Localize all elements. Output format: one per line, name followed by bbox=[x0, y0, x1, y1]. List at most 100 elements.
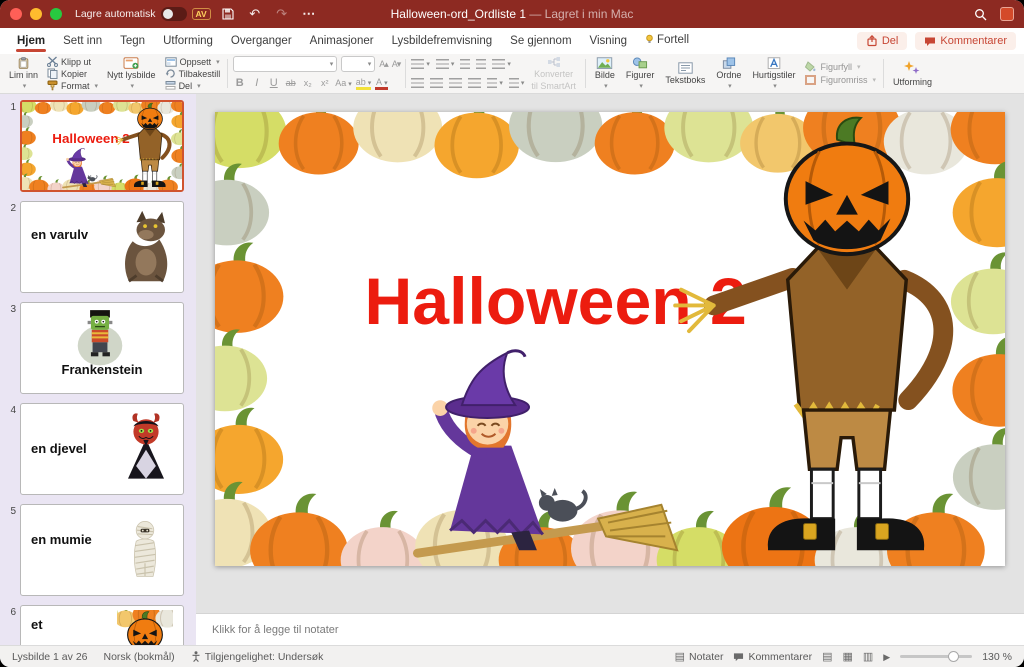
textbox-button[interactable]: Tekstboks bbox=[661, 56, 709, 91]
slide-sorter-view-button[interactable] bbox=[842, 650, 852, 663]
align-right-button[interactable] bbox=[449, 78, 462, 88]
picture-icon bbox=[596, 57, 613, 69]
tab-se-gjennom[interactable]: Se gjennom bbox=[501, 30, 580, 53]
slide-thumbnail-2[interactable]: en varulv bbox=[20, 201, 184, 293]
cut-button[interactable]: Klipp ut bbox=[45, 56, 100, 67]
reset-icon bbox=[165, 68, 176, 79]
slide-canvas-background bbox=[196, 94, 1024, 613]
notes-toggle[interactable]: Notater bbox=[675, 650, 724, 663]
accessibility-check[interactable]: Tilgjengelighet: Undersøk bbox=[191, 651, 324, 663]
decrease-font-button[interactable] bbox=[392, 59, 401, 70]
reading-view-button[interactable] bbox=[863, 650, 873, 663]
layout-button[interactable]: Oppsett bbox=[163, 56, 223, 67]
highlight-button[interactable]: ab bbox=[356, 77, 372, 90]
editor-area: Klikk for å legge til notater bbox=[196, 94, 1024, 645]
minimize-window-button[interactable] bbox=[30, 8, 42, 20]
new-slide-button[interactable]: Nytt lysbilde bbox=[103, 56, 160, 91]
zoom-slider[interactable] bbox=[900, 655, 972, 658]
tab-utforming[interactable]: Utforming bbox=[154, 30, 222, 53]
shape-fill-button[interactable]: Figurfyll bbox=[802, 61, 878, 73]
picture-button[interactable]: Bilde bbox=[591, 56, 619, 91]
mummy-image bbox=[123, 511, 167, 589]
zoom-slider-knob[interactable] bbox=[948, 651, 959, 662]
textbox-icon bbox=[678, 62, 693, 74]
align-left-button[interactable] bbox=[411, 78, 424, 88]
paste-button[interactable]: Lim inn bbox=[5, 56, 42, 91]
align-center-button[interactable] bbox=[430, 78, 443, 88]
font-name-select[interactable] bbox=[233, 56, 337, 72]
superscript-button[interactable]: x² bbox=[318, 78, 331, 88]
font-size-select[interactable] bbox=[341, 56, 375, 72]
share-icon bbox=[866, 35, 878, 47]
undo-icon[interactable] bbox=[245, 5, 265, 23]
quick-styles-icon bbox=[767, 57, 781, 69]
close-window-button[interactable] bbox=[10, 8, 22, 20]
autosave-toggle[interactable] bbox=[161, 7, 187, 21]
notes-pane[interactable]: Klikk for å legge til notater bbox=[196, 613, 1024, 645]
fullscreen-window-button[interactable] bbox=[50, 8, 62, 20]
slide-thumbnail-6[interactable]: et bbox=[20, 605, 184, 645]
tab-overganger[interactable]: Overganger bbox=[222, 30, 301, 53]
underline-button[interactable]: U bbox=[267, 77, 280, 89]
change-case-button[interactable]: Aa bbox=[335, 78, 352, 88]
zoom-level[interactable]: 130 % bbox=[982, 651, 1012, 663]
share-button[interactable]: Del bbox=[857, 32, 908, 50]
comments-toggle[interactable]: Kommentarer bbox=[733, 651, 812, 663]
format-painter-button[interactable]: Format bbox=[45, 80, 100, 91]
shapes-button[interactable]: Figurer bbox=[622, 56, 659, 91]
shapes-icon bbox=[632, 57, 648, 69]
app-badge-icon[interactable] bbox=[1000, 7, 1014, 21]
design-ideas-button[interactable]: Utforming bbox=[889, 56, 936, 91]
italic-button[interactable]: I bbox=[250, 77, 263, 89]
numbering-button[interactable] bbox=[436, 59, 455, 69]
powerpoint-window: Halloween 2 bbox=[0, 0, 1024, 667]
tab-animasjoner[interactable]: Animasjoner bbox=[301, 30, 383, 53]
font-color-button[interactable]: A bbox=[375, 77, 388, 90]
quick-styles-button[interactable]: Hurtigstiler bbox=[748, 56, 799, 91]
outline-icon bbox=[804, 74, 817, 86]
reset-button[interactable]: Tilbakestill bbox=[163, 68, 223, 79]
bold-button[interactable]: B bbox=[233, 77, 246, 89]
arrange-button[interactable]: Ordne bbox=[712, 56, 745, 91]
decrease-indent-button[interactable] bbox=[460, 59, 470, 69]
columns-button[interactable] bbox=[487, 78, 503, 88]
tab-hjem[interactable]: Hjem bbox=[8, 30, 54, 53]
slide-thumbnail-3[interactable]: Frankenstein bbox=[20, 302, 184, 394]
section-button[interactable]: Del bbox=[163, 80, 223, 91]
smartart-button[interactable]: Konvertertil SmartArt bbox=[527, 56, 580, 91]
increase-font-button[interactable] bbox=[379, 59, 388, 70]
slide-canvas[interactable] bbox=[215, 112, 1005, 566]
normal-view-button[interactable] bbox=[822, 650, 832, 663]
copy-button[interactable]: Kopier bbox=[45, 68, 100, 79]
tab-lysbildefremvisning[interactable]: Lysbildefremvisning bbox=[383, 30, 502, 53]
slide-thumbnail-1[interactable] bbox=[20, 100, 184, 192]
tab-fortell[interactable]: Fortell bbox=[636, 29, 698, 53]
search-icon[interactable] bbox=[970, 5, 990, 23]
line-spacing-button[interactable] bbox=[492, 59, 511, 69]
comment-icon bbox=[924, 36, 936, 47]
fill-bucket-icon bbox=[804, 61, 817, 73]
lightbulb-icon bbox=[645, 34, 654, 47]
notes-placeholder: Klikk for å legge til notater bbox=[212, 624, 339, 636]
tab-visning[interactable]: Visning bbox=[581, 30, 637, 53]
language-indicator[interactable]: Norsk (bokmål) bbox=[104, 651, 175, 663]
text-direction-button[interactable] bbox=[509, 78, 525, 88]
more-commands-icon[interactable] bbox=[299, 5, 319, 23]
slideshow-button[interactable] bbox=[883, 651, 890, 663]
strikethrough-button[interactable]: ab bbox=[284, 78, 297, 88]
bullets-button[interactable] bbox=[411, 59, 430, 69]
slide-thumbnail-4[interactable]: en djevel bbox=[20, 403, 184, 495]
slide-thumbnail-5[interactable]: en mumie bbox=[20, 504, 184, 596]
slide-number: 5 bbox=[0, 504, 20, 596]
tab-tegn[interactable]: Tegn bbox=[111, 30, 154, 53]
subscript-button[interactable]: x₂ bbox=[301, 78, 314, 88]
new-slide-icon bbox=[122, 57, 140, 69]
increase-indent-button[interactable] bbox=[476, 59, 486, 69]
copy-icon bbox=[47, 68, 58, 79]
save-icon[interactable] bbox=[218, 5, 238, 23]
comments-button[interactable]: Kommentarer bbox=[915, 32, 1016, 50]
justify-button[interactable] bbox=[468, 78, 481, 88]
tab-sett-inn[interactable]: Sett inn bbox=[54, 30, 111, 53]
shape-outline-button[interactable]: Figuromriss bbox=[802, 74, 878, 86]
redo-icon[interactable] bbox=[272, 5, 292, 23]
